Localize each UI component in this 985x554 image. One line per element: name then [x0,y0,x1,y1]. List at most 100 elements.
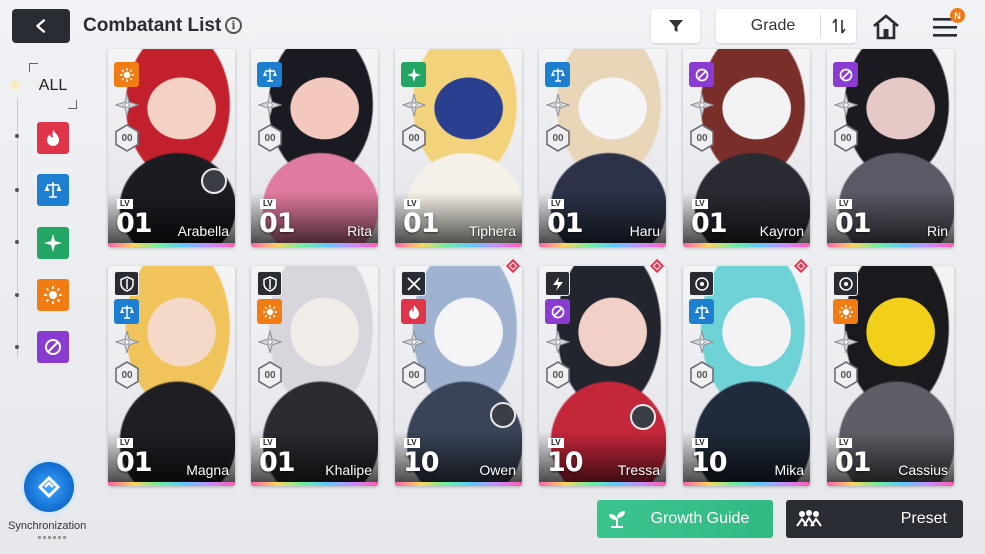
module-slot-value: 00 [552,369,564,381]
combatant-card[interactable]: 00 LV 01 Rita [251,49,378,247]
element-order-icon [257,62,282,87]
element-order-icon [689,299,714,324]
target-icon [833,271,858,296]
element-fire-icon [401,299,426,324]
filter-all-label: ALL [38,77,68,94]
element-light-icon [833,299,858,324]
shuriken-icon [545,92,571,118]
shield-icon [114,271,139,296]
growth-guide-button[interactable]: Growth Guide [597,500,773,538]
level-number: 10 [547,447,584,478]
sun-icon [44,286,62,304]
sort-order-icon[interactable] [820,14,856,38]
shuriken-icon [401,92,427,118]
sidebar-dot [15,188,19,192]
page-title: Combatant List [83,15,222,36]
module-slot: 00 [689,361,715,389]
team-icon [786,509,832,529]
preset-label: Preset [900,510,947,527]
module-slot-value: 00 [696,369,708,381]
void-swirl-icon [45,339,61,355]
sidebar-dot [15,240,19,244]
shuriken-icon [114,92,140,118]
sidebar-dot [15,134,19,138]
preset-button[interactable]: Preset [786,500,963,538]
sync-progress-dots [38,536,68,539]
grade-sort-dropdown[interactable]: Grade [716,9,856,43]
rarity-bar [251,243,378,247]
combatant-card[interactable]: 00 LV 01 Rin [827,49,954,247]
character-name: Khalipe [325,462,372,478]
character-name: Rita [347,223,372,239]
growth-guide-label: Growth Guide [650,510,750,527]
rarity-bar [827,482,954,486]
element-light-icon [257,299,282,324]
swords-icon [401,271,426,296]
level-number: 10 [691,447,728,478]
character-name: Tiphera [469,223,516,239]
element-void-icon [833,62,858,87]
shuriken-icon [114,329,140,355]
synchronization-button[interactable] [24,462,74,512]
combatant-card[interactable]: 00 LV 10 Tressa [539,266,666,486]
module-slot-value: 00 [264,132,276,144]
partner-avatar-icon [630,404,656,430]
module-slot-value: 00 [121,369,133,381]
home-icon [873,14,899,40]
level-number: 01 [835,447,872,478]
module-slot-value: 00 [840,369,852,381]
combatant-card[interactable]: 00 LV 01 Magna [108,266,235,486]
synchronization-label: Synchronization [8,520,87,532]
filter-all-button[interactable]: ALL [29,63,77,109]
combatant-card[interactable]: 00 LV 01 Cassius [827,266,954,486]
shield-icon [257,271,282,296]
element-light-icon [114,62,139,87]
character-name: Tressa [617,462,660,478]
rarity-bar [108,243,235,247]
combatant-card[interactable]: 00 LV 01 Haru [539,49,666,247]
level-number: 01 [547,208,584,239]
character-name: Haru [629,223,660,239]
character-name: Mika [774,462,804,478]
level-number: 01 [259,447,296,478]
combatant-card[interactable]: 00 LV 01 Tiphera [395,49,522,247]
notification-badge: N [950,8,965,23]
module-slot: 00 [257,361,283,389]
shuriken-icon [833,92,859,118]
level-number: 01 [259,208,296,239]
combatant-card[interactable]: 00 LV 01 Kayron [683,49,810,247]
module-slot-value: 00 [552,132,564,144]
combatant-card[interactable]: 00 LV 10 Mika [683,266,810,486]
rarity-bar [683,482,810,486]
level-number: 01 [116,447,153,478]
fire-icon [47,130,59,146]
sidebar-dot [15,345,19,349]
filter-order-button[interactable] [37,174,69,206]
filter-button[interactable] [651,9,700,43]
character-name: Kayron [759,223,804,239]
rarity-bar [827,243,954,247]
filter-wind-button[interactable] [37,227,69,259]
back-button[interactable] [12,9,70,43]
combatant-card[interactable]: 00 LV 01 Arabella [108,49,235,247]
partner-avatar-icon [201,168,227,194]
combatant-card[interactable]: 00 LV 01 Khalipe [251,266,378,486]
filter-icon [668,20,683,32]
module-slot: 00 [114,361,140,389]
info-icon[interactable]: i [225,17,242,34]
home-button[interactable] [870,11,902,43]
shuriken-icon [257,92,283,118]
module-slot-value: 00 [408,132,420,144]
rarity-bar [683,243,810,247]
rarity-bar [108,482,235,486]
level-number: 01 [116,208,153,239]
filter-light-button[interactable] [37,279,69,311]
shuriken-icon [257,329,283,355]
combatant-card[interactable]: 00 LV 10 Owen [395,266,522,486]
shuriken-icon [401,329,427,355]
filter-void-button[interactable] [37,331,69,363]
module-slot: 00 [257,124,283,152]
back-arrow-icon [36,18,46,34]
element-void-icon [689,62,714,87]
filter-fire-button[interactable] [37,122,69,154]
